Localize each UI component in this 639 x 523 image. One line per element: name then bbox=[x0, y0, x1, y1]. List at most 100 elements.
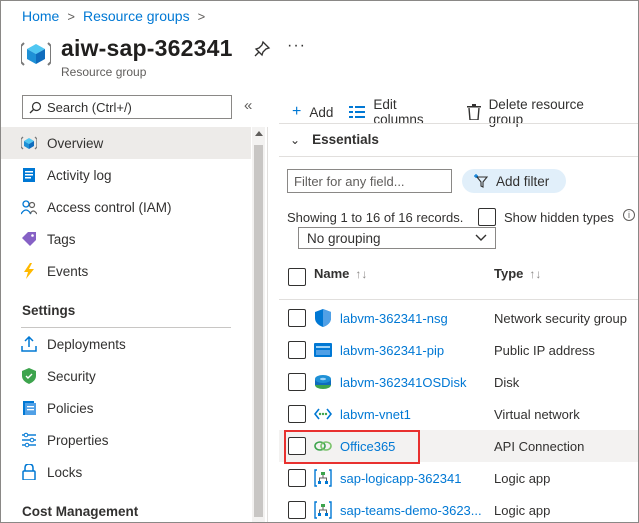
resource-type: Virtual network bbox=[494, 407, 580, 422]
grouping-select[interactable]: No grouping bbox=[298, 227, 496, 249]
resource-name-link[interactable]: labvm-362341-nsg bbox=[340, 311, 448, 326]
nav-item-tags[interactable]: Tags bbox=[1, 223, 251, 255]
disk-icon bbox=[315, 375, 331, 389]
table-row[interactable]: labvm-362341-pip Public IP address bbox=[279, 334, 638, 366]
nav-item-activity-log[interactable]: Activity log bbox=[1, 159, 251, 191]
nav-item-locks[interactable]: Locks bbox=[1, 456, 251, 488]
filter-icon bbox=[474, 174, 489, 188]
vnet-icon bbox=[314, 408, 332, 420]
breadcrumb-resource-groups[interactable]: Resource groups bbox=[83, 8, 190, 24]
logic-app-icon bbox=[314, 501, 332, 519]
records-count: Showing 1 to 16 of 16 records. bbox=[287, 210, 464, 225]
show-hidden-label: Show hidden types bbox=[504, 209, 614, 225]
breadcrumb: Home > Resource groups > bbox=[22, 8, 213, 24]
select-all-checkbox[interactable] bbox=[288, 268, 306, 286]
table-row[interactable]: sap-logicapp-362341 Logic app bbox=[279, 462, 638, 494]
nav-item-label: Overview bbox=[47, 135, 104, 151]
nav-search[interactable] bbox=[22, 95, 232, 119]
trash-icon bbox=[466, 104, 481, 120]
resource-name-link[interactable]: sap-logicapp-362341 bbox=[340, 471, 461, 486]
nav-item-label: Deployments bbox=[47, 336, 126, 352]
lightning-icon bbox=[24, 263, 34, 279]
nsg-shield-icon bbox=[315, 309, 331, 327]
plus-icon: + bbox=[292, 103, 302, 120]
column-header-label: Name bbox=[314, 266, 350, 281]
edit-columns-icon bbox=[349, 106, 366, 118]
collapse-nav-icon[interactable]: « bbox=[244, 97, 252, 114]
search-icon bbox=[29, 101, 42, 113]
properties-icon bbox=[22, 432, 36, 448]
nav-item-label: Policies bbox=[47, 400, 94, 416]
resource-type: Disk bbox=[494, 375, 520, 390]
nav-item-label: Events bbox=[47, 263, 89, 279]
pin-icon[interactable] bbox=[253, 40, 271, 58]
resource-type: API Connection bbox=[494, 439, 585, 454]
breadcrumb-home[interactable]: Home bbox=[22, 8, 59, 24]
show-hidden-types[interactable]: Show hidden types i bbox=[478, 208, 635, 226]
column-header-name[interactable]: Name ↑↓ bbox=[314, 266, 367, 281]
column-header-label: Type bbox=[494, 266, 524, 281]
resource-name-link[interactable]: sap-teams-demo-3623... bbox=[340, 503, 482, 518]
add-filter-button[interactable]: Add filter bbox=[462, 169, 566, 193]
page-subtitle: Resource group bbox=[61, 65, 147, 79]
resource-name-link[interactable]: labvm-362341OSDisk bbox=[340, 375, 466, 390]
sort-icon: ↑↓ bbox=[529, 266, 542, 281]
table-row[interactable]: labvm-362341-nsg Network security group bbox=[279, 302, 638, 334]
row-checkbox[interactable] bbox=[288, 469, 306, 487]
resource-type: Public IP address bbox=[494, 343, 595, 358]
public-ip-icon bbox=[314, 343, 332, 357]
people-icon bbox=[21, 200, 37, 215]
info-icon[interactable]: i bbox=[623, 209, 635, 221]
chevron-down-icon bbox=[475, 234, 487, 241]
sort-icon: ↑↓ bbox=[355, 266, 368, 281]
nav-item-policies[interactable]: Policies bbox=[1, 392, 251, 424]
logic-app-icon bbox=[314, 469, 332, 487]
row-checkbox[interactable] bbox=[288, 341, 306, 359]
scroll-up-icon[interactable] bbox=[255, 131, 263, 136]
nav-item-label: Access control (IAM) bbox=[47, 199, 172, 215]
nav-item-deployments[interactable]: Deployments bbox=[1, 328, 251, 360]
resource-type: Logic app bbox=[494, 471, 551, 486]
highlight-box bbox=[284, 430, 420, 464]
row-checkbox[interactable] bbox=[288, 373, 306, 391]
policy-icon bbox=[23, 401, 36, 415]
nav-item-access-control[interactable]: Access control (IAM) bbox=[1, 191, 251, 223]
add-button[interactable]: + Add bbox=[292, 103, 333, 121]
column-header-type[interactable]: Type ↑↓ bbox=[494, 266, 541, 281]
search-input[interactable] bbox=[47, 99, 227, 115]
more-options-icon[interactable]: ··· bbox=[287, 37, 306, 55]
app-frame: Home > Resource groups > aiw-sap-362341 … bbox=[0, 0, 639, 523]
chevron-down-icon: ⌄ bbox=[290, 132, 301, 147]
filter-input[interactable] bbox=[287, 169, 452, 193]
scrollbar-thumb[interactable] bbox=[254, 145, 263, 517]
divider bbox=[279, 123, 638, 124]
row-checkbox[interactable] bbox=[288, 405, 306, 423]
essentials-toggle[interactable]: ⌄ Essentials bbox=[290, 132, 379, 147]
nav-item-security[interactable]: Security bbox=[1, 360, 251, 392]
nav-item-properties[interactable]: Properties bbox=[1, 424, 251, 456]
table-row[interactable]: sap-teams-demo-3623... Logic app bbox=[279, 494, 638, 522]
nav-section-settings: Settings bbox=[22, 303, 76, 318]
essentials-label: Essentials bbox=[312, 132, 379, 147]
resource-name-link[interactable]: labvm-362341-pip bbox=[340, 343, 444, 358]
row-checkbox[interactable] bbox=[288, 309, 306, 327]
add-label: Add bbox=[309, 104, 334, 120]
nav-item-overview[interactable]: Overview bbox=[1, 127, 251, 159]
table-row[interactable]: labvm-362341OSDisk Disk bbox=[279, 366, 638, 398]
tag-icon bbox=[22, 232, 36, 246]
nav-item-events[interactable]: Events bbox=[1, 255, 251, 287]
row-checkbox[interactable] bbox=[288, 501, 306, 519]
resource-type: Logic app bbox=[494, 503, 551, 518]
show-hidden-checkbox[interactable] bbox=[478, 208, 496, 226]
chevron-right-icon: > bbox=[67, 8, 75, 24]
table-row[interactable]: labvm-vnet1 Virtual network bbox=[279, 398, 638, 430]
nav-item-label: Security bbox=[47, 368, 96, 384]
page-title: aiw-sap-362341 bbox=[61, 35, 233, 61]
nav-scrollbar[interactable] bbox=[252, 127, 265, 522]
nav-item-label: Locks bbox=[47, 464, 83, 480]
grouping-value: No grouping bbox=[307, 230, 381, 246]
resource-name-link[interactable]: labvm-vnet1 bbox=[340, 407, 411, 422]
nav-section-cost-management: Cost Management bbox=[22, 504, 139, 519]
lock-icon bbox=[22, 464, 36, 480]
divider bbox=[279, 156, 638, 157]
